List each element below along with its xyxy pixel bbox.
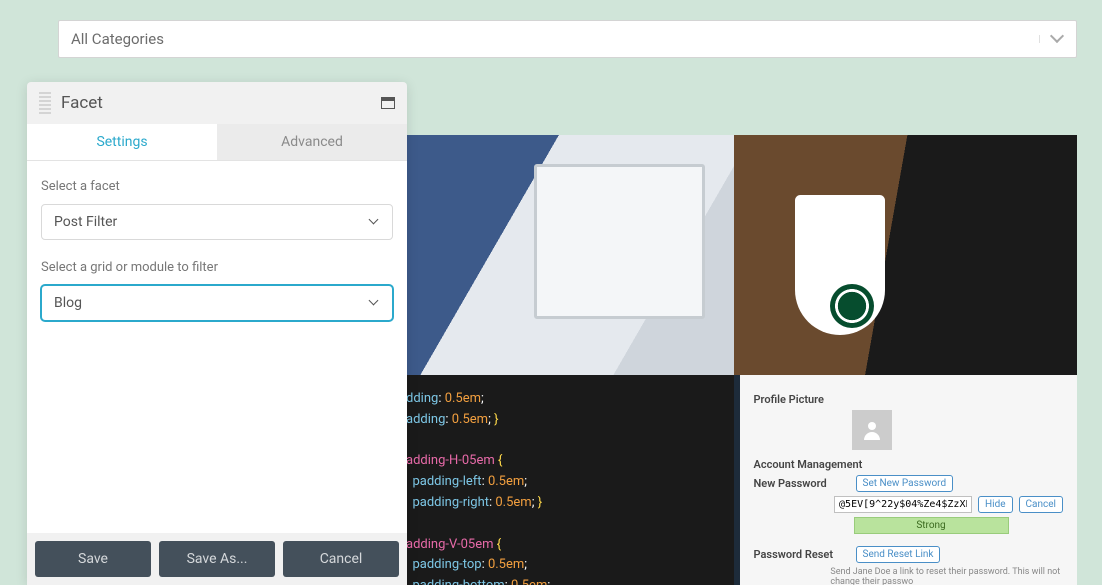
save-button[interactable]: Save bbox=[35, 541, 151, 577]
drag-handle-icon[interactable] bbox=[39, 92, 51, 114]
cancel-button[interactable]: Cancel bbox=[283, 541, 399, 577]
panel-body: Select a facet Post Filter Select a grid… bbox=[27, 161, 407, 533]
grid-module-select[interactable]: Blog bbox=[41, 285, 393, 321]
password-input[interactable] bbox=[834, 496, 972, 513]
tab-settings[interactable]: Settings bbox=[27, 124, 217, 160]
avatar bbox=[852, 410, 892, 450]
chevron-down-icon bbox=[370, 300, 380, 306]
password-reset-label: Password Reset bbox=[754, 548, 850, 561]
reset-hint-text: Send Jane Doe a link to reset their pass… bbox=[830, 567, 1063, 585]
hide-button[interactable]: Hide bbox=[978, 496, 1013, 513]
panel-title: Facet bbox=[61, 93, 371, 113]
grid-image[interactable]: Profile Picture Account Management New P… bbox=[734, 375, 1078, 585]
grid-image[interactable] bbox=[734, 135, 1078, 375]
grid-module-select-value: Blog bbox=[54, 295, 82, 311]
account-management-heading: Account Management bbox=[754, 458, 1064, 471]
password-strength-indicator: Strong bbox=[854, 517, 1009, 534]
facet-panel: Facet Settings Advanced Select a facet P… bbox=[27, 82, 407, 585]
profile-picture-label: Profile Picture bbox=[754, 393, 1064, 406]
chevron-down-icon bbox=[370, 219, 380, 225]
send-reset-link-button[interactable]: Send Reset Link bbox=[856, 546, 941, 563]
set-new-password-button[interactable]: Set New Password bbox=[856, 475, 954, 492]
category-dropdown-label: All Categories bbox=[71, 30, 164, 48]
grid-image[interactable]: dding: 0.5em; adding: 0.5em; } adding-H-… bbox=[390, 375, 734, 585]
tab-advanced[interactable]: Advanced bbox=[217, 124, 407, 160]
panel-tabs: Settings Advanced bbox=[27, 124, 407, 161]
panel-header[interactable]: Facet bbox=[27, 82, 407, 124]
category-dropdown[interactable]: All Categories bbox=[58, 20, 1077, 58]
cancel-button[interactable]: Cancel bbox=[1019, 496, 1063, 513]
select-grid-label: Select a grid or module to filter bbox=[41, 260, 393, 275]
window-icon[interactable] bbox=[381, 97, 395, 109]
chevron-down-icon bbox=[1039, 35, 1064, 43]
select-facet-label: Select a facet bbox=[41, 179, 393, 194]
save-as-button[interactable]: Save As... bbox=[159, 541, 275, 577]
content-grid: dding: 0.5em; adding: 0.5em; } adding-H-… bbox=[390, 135, 1077, 585]
panel-footer: Save Save As... Cancel bbox=[27, 533, 407, 585]
grid-image[interactable] bbox=[390, 135, 734, 375]
facet-select[interactable]: Post Filter bbox=[41, 204, 393, 240]
new-password-label: New Password bbox=[754, 477, 850, 490]
facet-select-value: Post Filter bbox=[54, 214, 117, 230]
